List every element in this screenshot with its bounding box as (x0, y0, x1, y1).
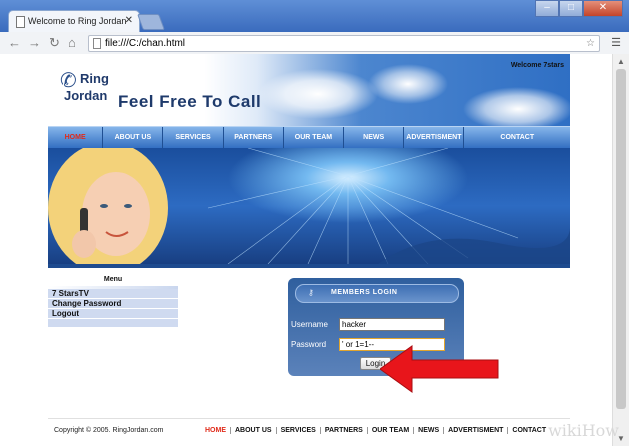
window-controls: – □ ✕ (535, 0, 623, 17)
website: ✆ Ring Jordan Feel Free To Call Welcome … (48, 54, 570, 446)
menu-item-7-starstv[interactable]: 7 StarsTV (48, 289, 178, 299)
username-label: Username (291, 320, 328, 329)
close-window-button[interactable]: ✕ (583, 0, 623, 17)
document-icon (16, 16, 25, 28)
nav-home[interactable]: HOME (48, 127, 104, 149)
site-tagline: Feel Free To Call (118, 92, 262, 111)
menu-item-change-password[interactable]: Change Password (48, 299, 178, 309)
nav-partners[interactable]: PARTNERS (224, 127, 284, 149)
tab-close-icon[interactable]: ✕ (125, 15, 133, 26)
scroll-up-arrow-icon[interactable]: ▲ (617, 57, 625, 66)
banner-divider (48, 264, 570, 268)
new-tab-button[interactable] (137, 14, 165, 30)
wikihow-watermark: wikiHow (548, 421, 619, 440)
banner-graphic (48, 148, 570, 264)
minimize-button[interactable]: – (535, 0, 559, 17)
vertical-scrollbar[interactable]: ▲ ▼ (612, 54, 629, 446)
browser-tab[interactable]: Welcome to Ring Jordan ✕ (8, 10, 140, 33)
logo-line1: Ring (80, 71, 109, 86)
footer-link-advertisment[interactable]: ADVERTISMENT (444, 427, 509, 434)
hero-banner (48, 148, 570, 264)
footer-link-home[interactable]: HOME (201, 427, 231, 434)
nav-contact[interactable]: CONTACT (464, 127, 570, 149)
username-input[interactable] (339, 318, 445, 331)
menu-icon[interactable]: ☰ (611, 36, 621, 49)
url-text[interactable]: file:///C:/chan.html (105, 36, 185, 51)
tab-title: Welcome to Ring Jordan (28, 16, 127, 26)
menu-footer (48, 319, 178, 327)
menu-item-logout[interactable]: Logout (48, 309, 178, 319)
login-header: ⚷ MEMBERS LOGIN (295, 284, 459, 303)
nav-about-us[interactable]: ABOUT US (103, 127, 164, 149)
footer-link-about-us[interactable]: ABOUT US (231, 427, 277, 434)
key-icon: ⚷ (308, 288, 314, 297)
footer-link-partners[interactable]: PARTNERS (321, 427, 368, 434)
browser-toolbar: ← → ↻ ⌂ file:///C:/chan.html ☆ ☰ (0, 32, 629, 55)
back-arrow-icon[interactable]: ← (8, 35, 21, 50)
footer-link-services[interactable]: SERVICES (277, 427, 321, 434)
logo-line2: Jordan (64, 88, 108, 103)
page-viewport: ✆ Ring Jordan Feel Free To Call Welcome … (0, 54, 612, 446)
red-arrow-icon (380, 345, 499, 393)
home-icon[interactable]: ⌂ (68, 35, 76, 50)
browser-titlebar: Welcome to Ring Jordan ✕ – □ ✕ (0, 0, 629, 33)
page-icon (93, 38, 101, 49)
nav-services[interactable]: SERVICES (163, 127, 224, 149)
map-silhouette (378, 228, 570, 264)
forward-arrow-icon[interactable]: → (28, 35, 41, 50)
site-header: ✆ Ring Jordan Feel Free To Call Welcome … (48, 54, 570, 126)
menu-title: Menu (103, 276, 123, 283)
nav-news[interactable]: NEWS (344, 127, 405, 149)
woman-with-phone-photo (48, 148, 168, 264)
main-nav: HOME ABOUT US SERVICES PARTNERS OUR TEAM… (48, 126, 570, 149)
copyright-text: Copyright © 2005. RingJordan.com (54, 427, 164, 434)
nav-advertisment[interactable]: ADVERTISMENT (404, 127, 465, 149)
reload-icon[interactable]: ↻ (49, 35, 60, 51)
site-footer: Copyright © 2005. RingJordan.com HOME AB… (48, 418, 570, 446)
side-menu: Menu 7 StarsTV Change Password Logout (48, 274, 178, 327)
password-label: Password (291, 340, 327, 349)
address-bar[interactable]: file:///C:/chan.html ☆ (88, 35, 600, 52)
site-logo[interactable]: ✆ Ring Jordan (54, 68, 124, 112)
footer-link-contact[interactable]: CONTACT (508, 427, 550, 434)
footer-link-news[interactable]: NEWS (414, 427, 445, 434)
welcome-text: Welcome 7stars (510, 62, 564, 69)
nav-our-team[interactable]: OUR TEAM (284, 127, 345, 149)
footer-link-our-team[interactable]: OUR TEAM (368, 427, 415, 434)
bookmark-star-icon[interactable]: ☆ (586, 36, 595, 51)
footer-links: HOME ABOUT US SERVICES PARTNERS OUR TEAM… (201, 427, 550, 434)
login-title: MEMBERS LOGIN (331, 289, 398, 296)
scrollbar-thumb[interactable] (616, 69, 626, 409)
maximize-button[interactable]: □ (559, 0, 583, 17)
